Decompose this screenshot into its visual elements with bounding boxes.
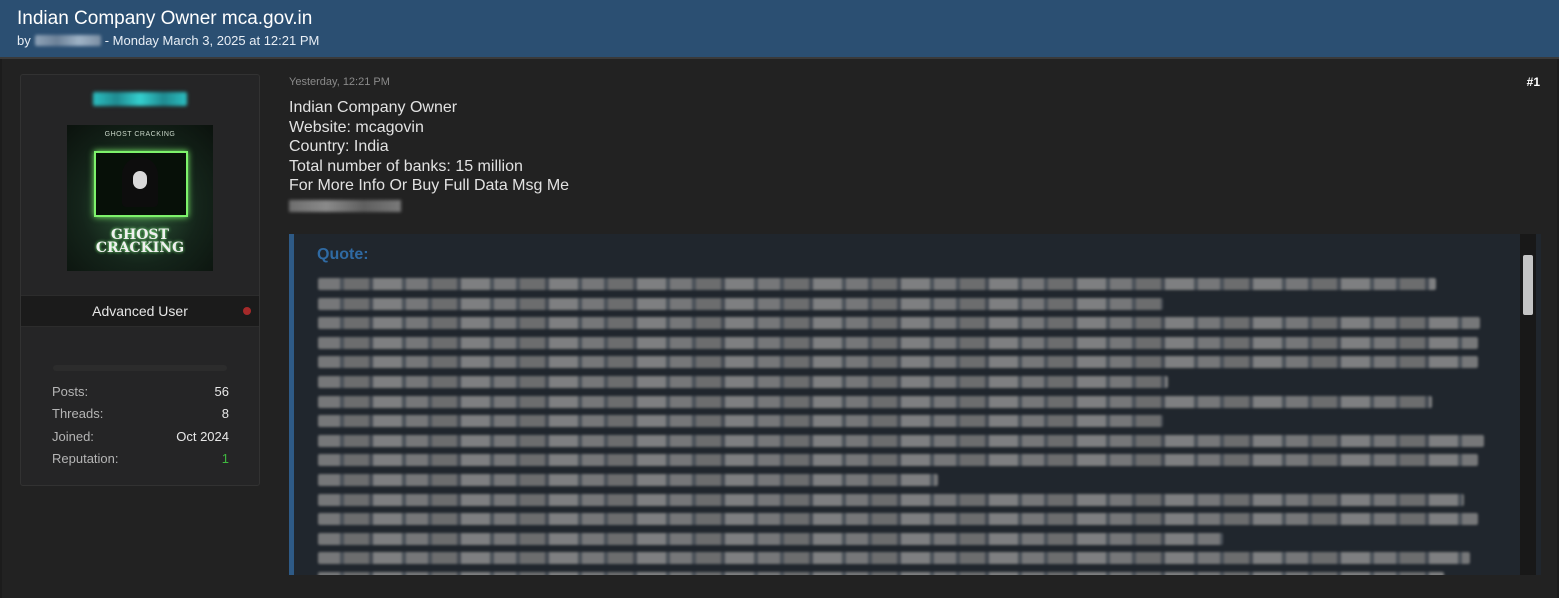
thread-header: Indian Company Owner mca.gov.in by - Mon… <box>0 0 1559 59</box>
stat-joined: Joined: Oct 2024 <box>52 429 229 444</box>
redacted-line <box>318 532 1223 545</box>
stat-value[interactable]: 1 <box>222 451 229 466</box>
redacted-line <box>318 415 1163 428</box>
redacted-line <box>318 493 1464 506</box>
post-line: For More Info Or Buy Full Data Msg Me <box>289 177 570 194</box>
post-line: Total number of banks: 15 million <box>289 157 523 175</box>
user-card: GHOST CRACKING GHOST CRACKING Advanced U… <box>20 74 260 486</box>
redacted-line <box>318 552 1470 565</box>
offline-status-icon <box>243 307 251 315</box>
stat-reputation: Reputation: 1 <box>52 451 229 466</box>
stat-value: 8 <box>221 406 229 421</box>
scroll-thumb[interactable] <box>1523 255 1533 315</box>
quote-title: Quote: <box>317 246 369 263</box>
stat-value: Oct 2024 <box>176 429 229 444</box>
post-container: GHOST CRACKING GHOST CRACKING Advanced U… <box>2 59 1557 598</box>
avatar-top-text: GHOST CRACKING <box>104 131 176 138</box>
post-body: Indian Company Owner Website: mcagovin C… <box>289 98 569 217</box>
avatar[interactable]: GHOST CRACKING GHOST CRACKING <box>67 125 213 271</box>
post-line: Website: mcagovin <box>289 118 424 136</box>
post-line: Country: India <box>289 138 389 155</box>
user-rank: Advanced User <box>92 303 188 319</box>
reputation-bar <box>53 365 227 371</box>
redacted-line <box>318 356 1478 369</box>
username-redacted[interactable] <box>93 92 187 106</box>
avatar-logo-line2: CRACKING <box>95 240 185 256</box>
user-rank-bar: Advanced User <box>21 295 259 327</box>
redacted-line <box>318 434 1484 447</box>
avatar-hooded-figure <box>122 157 158 207</box>
byline-date: - Monday March 3, 2025 at 12:21 PM <box>104 33 320 48</box>
stat-threads: Threads: 8 <box>52 406 229 421</box>
redacted-line <box>318 454 1478 467</box>
redacted-line <box>318 375 1168 388</box>
quote-content-redacted <box>318 278 1488 575</box>
redacted-line <box>318 278 1436 290</box>
post-number-link[interactable]: #1 <box>1527 75 1540 89</box>
stat-label: Threads: <box>52 406 104 421</box>
stat-posts: Posts: 56 <box>52 384 229 399</box>
redacted-line <box>318 513 1478 526</box>
stat-value: 56 <box>214 384 229 399</box>
redacted-line <box>318 336 1478 349</box>
avatar-mask <box>133 171 147 189</box>
redacted-line <box>318 473 938 486</box>
thread-byline: by - Monday March 3, 2025 at 12:21 PM <box>17 33 319 48</box>
thread-title: Indian Company Owner mca.gov.in <box>17 8 313 29</box>
post-line: Indian Company Owner <box>289 99 458 116</box>
avatar-logo: GHOST CRACKING <box>67 228 213 256</box>
stat-label: Reputation: <box>52 451 119 466</box>
post-timestamp[interactable]: Yesterday, 12:21 PM <box>289 76 390 88</box>
contact-handle-redacted <box>289 199 401 212</box>
byline-by: by <box>17 33 31 48</box>
stat-label: Joined: <box>52 429 94 444</box>
redacted-line <box>318 571 1444 575</box>
author-name-redacted[interactable] <box>34 35 101 46</box>
redacted-line <box>318 297 1163 310</box>
quote-block: Quote: <box>289 234 1541 575</box>
redacted-line <box>318 395 1432 408</box>
quote-scrollbar[interactable] <box>1520 234 1536 575</box>
stat-label: Posts: <box>52 384 89 399</box>
redacted-line <box>318 317 1480 330</box>
